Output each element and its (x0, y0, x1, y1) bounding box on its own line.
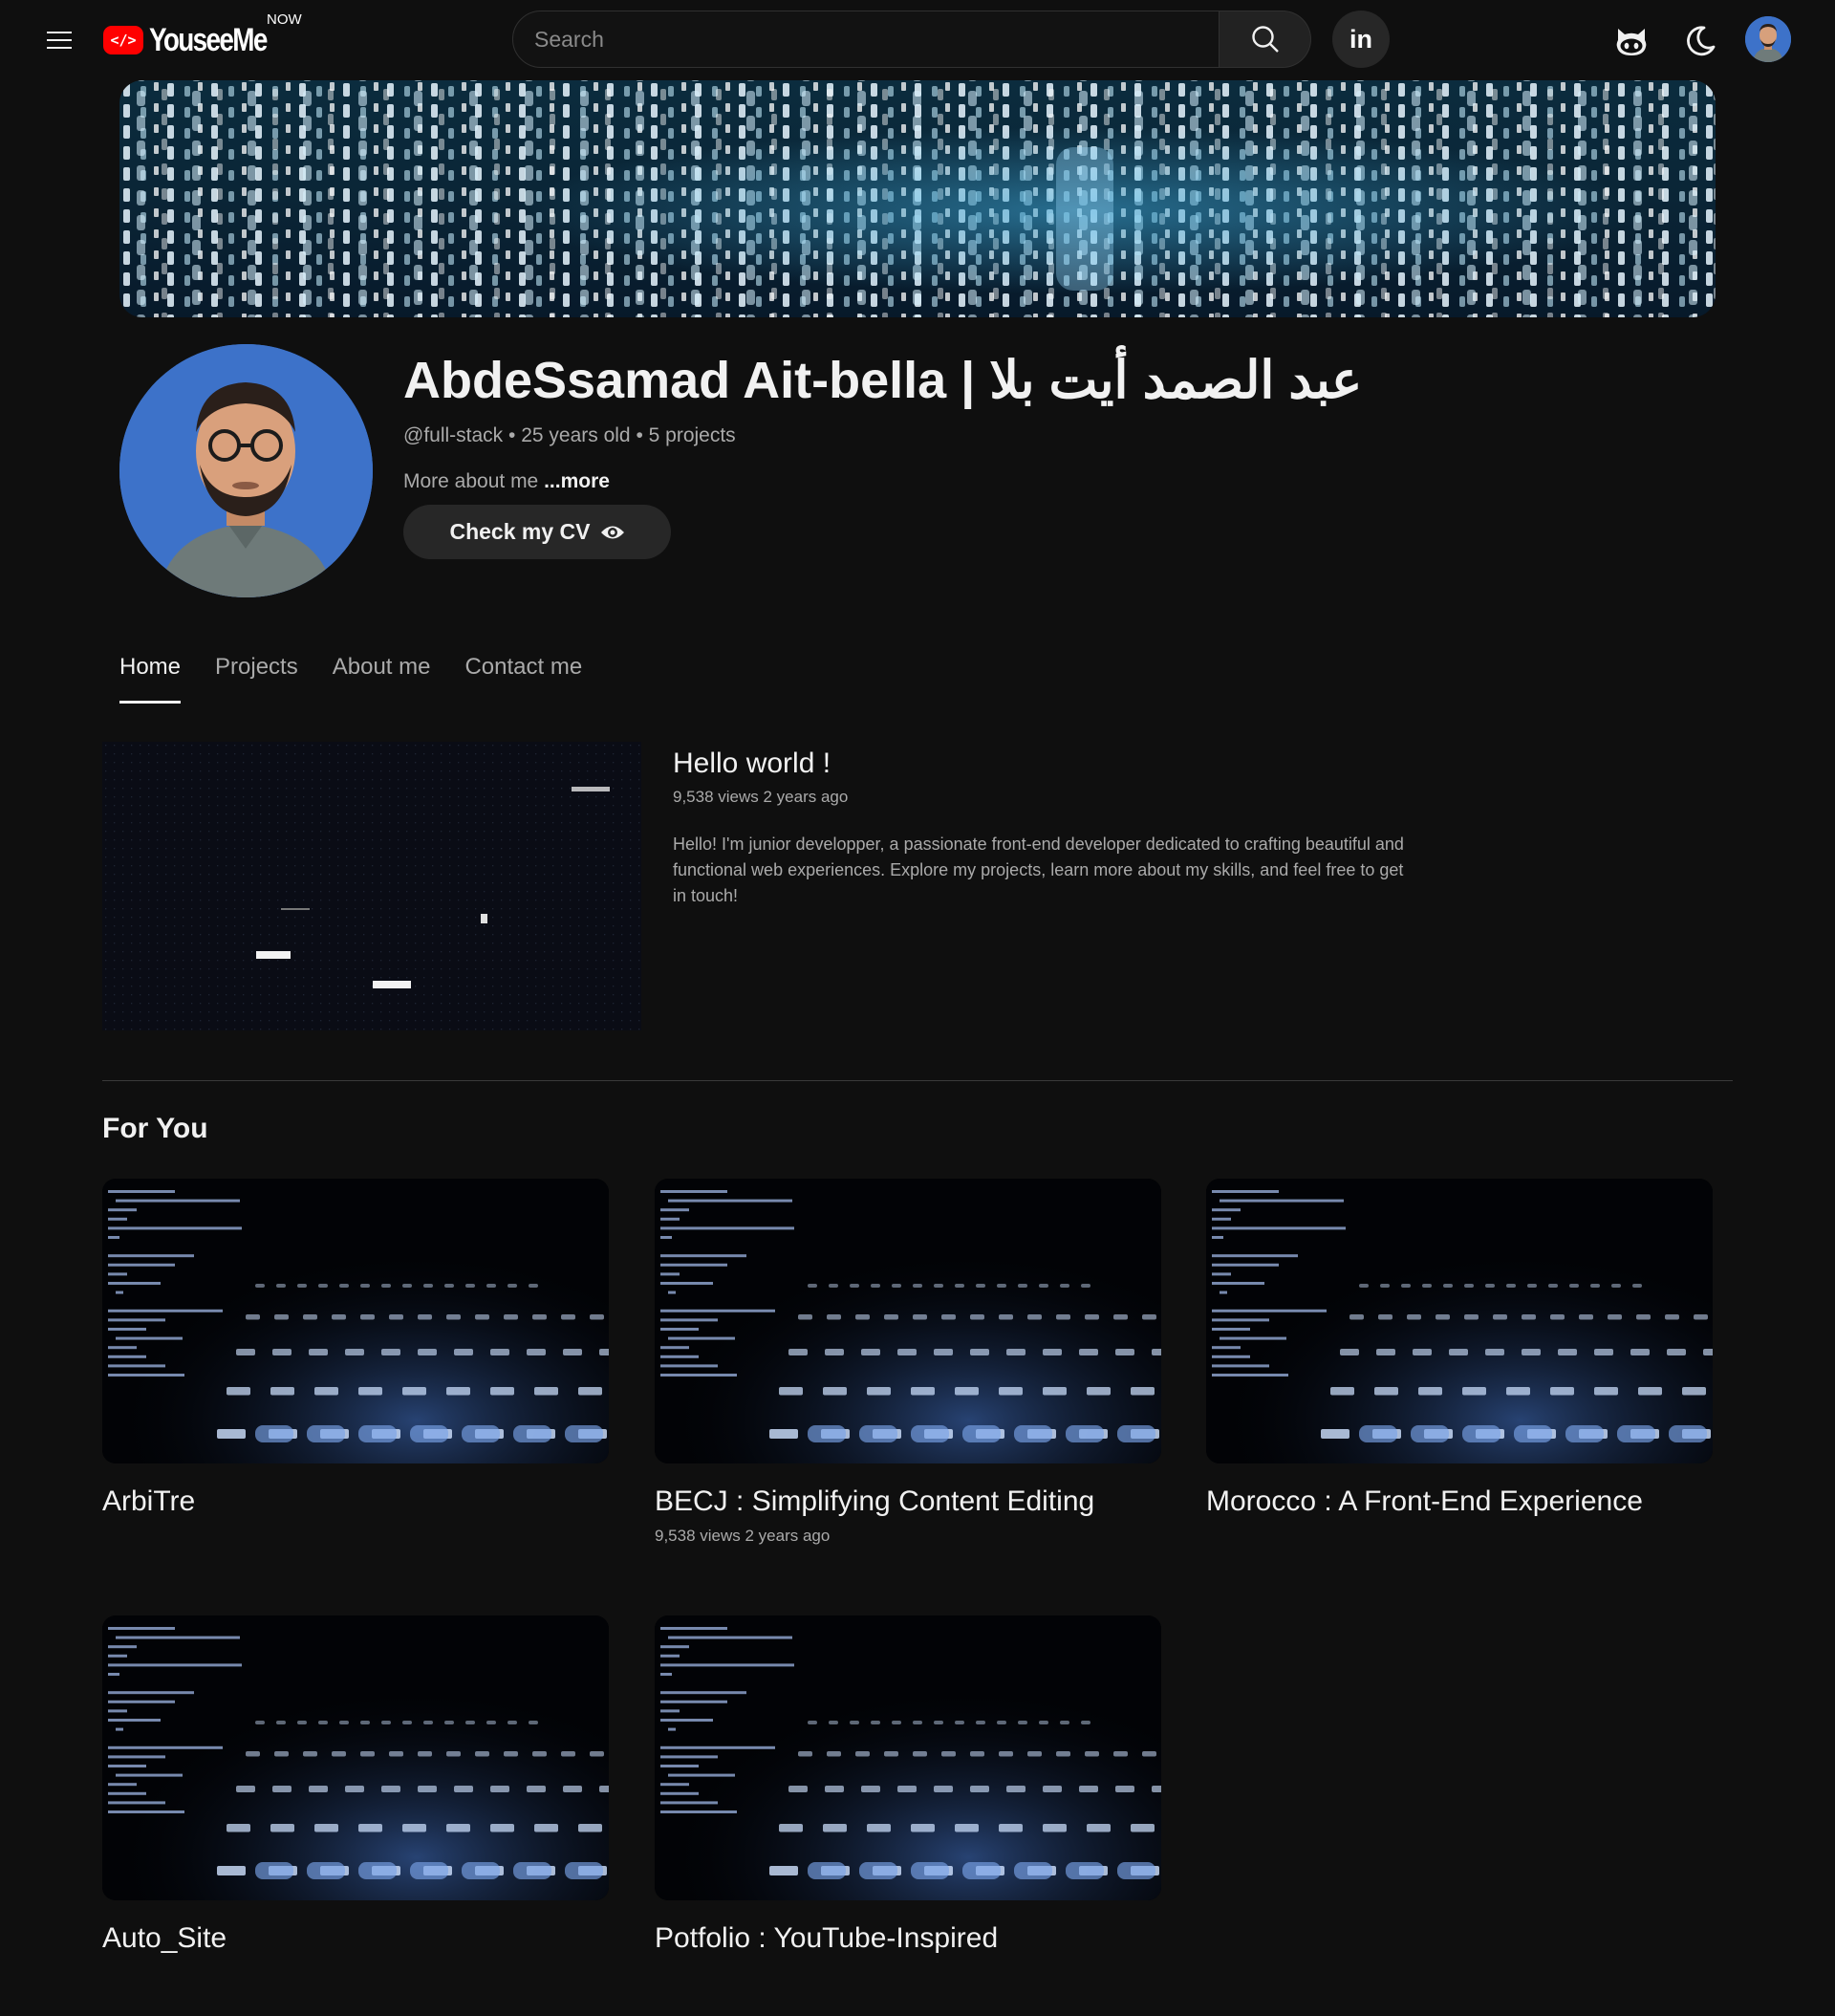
profile-avatar (119, 344, 373, 597)
tab-contact-me[interactable]: Contact me (464, 650, 582, 704)
project-card-title[interactable]: Morocco : A Front-End Experience (1206, 1485, 1643, 1518)
for-you-heading: For You (102, 1113, 208, 1144)
about-prefix: More about me (403, 470, 545, 492)
user-avatar[interactable] (1745, 16, 1791, 62)
search-input[interactable] (513, 11, 1219, 67)
project-card-title[interactable]: Auto_Site (102, 1922, 227, 1955)
keyboard-code-thumbnail-image (102, 1179, 609, 1463)
featured-video-title[interactable]: Hello world ! (673, 748, 831, 780)
hamburger-menu-button[interactable] (38, 19, 80, 61)
keyboard-code-thumbnail-image (102, 1615, 609, 1900)
linkedin-button[interactable]: in (1332, 11, 1390, 68)
logo-text: YouseeMe (149, 21, 268, 58)
project-card-title[interactable]: BECJ : Simplifying Content Editing (655, 1485, 1094, 1518)
channel-projects-count: 5 projects (648, 424, 736, 446)
channel-age: 25 years old (521, 424, 631, 446)
project-card-thumbnail[interactable] (1206, 1179, 1713, 1463)
more-link[interactable]: ...more (544, 470, 610, 492)
project-card-title[interactable]: ArbiTre (102, 1485, 195, 1518)
project-card-meta: 9,538 views 2 years ago (655, 1527, 831, 1545)
check-cv-button[interactable]: Check my CV (403, 505, 671, 559)
project-card-thumbnail[interactable] (655, 1615, 1161, 1900)
featured-video-meta: 9,538 views 2 years ago (673, 788, 849, 806)
keyboard-code-thumbnail-image (1206, 1179, 1713, 1463)
matrix-code-banner-image (119, 80, 1716, 317)
avatar-portrait-icon (1745, 16, 1791, 62)
channel-tabs: Home Projects About me Contact me (119, 650, 582, 704)
channel-name: AbdeSsamad Ait-bella | عبد الصمد أيت بلا (403, 352, 1363, 409)
search-button[interactable] (1220, 11, 1311, 68)
channel-banner (119, 80, 1716, 317)
check-cv-label: Check my CV (449, 519, 591, 544)
featured-video-frame-image (102, 742, 641, 1030)
moon-icon (1687, 26, 1716, 56)
project-card-thumbnail[interactable] (655, 1179, 1161, 1463)
eye-icon (600, 526, 624, 538)
hamburger-menu-icon (47, 32, 72, 49)
logo[interactable]: </> YouseeMe (103, 19, 292, 61)
channel-handle: @full-stack (403, 424, 504, 446)
about-more-link[interactable]: More about me ...more (403, 470, 610, 493)
code-logo-icon: </> (103, 26, 143, 54)
logo-badge: NOW (267, 11, 302, 28)
project-card-thumbnail[interactable] (102, 1615, 609, 1900)
tab-projects[interactable]: Projects (215, 650, 298, 704)
theme-toggle-button[interactable] (1677, 18, 1723, 64)
search-box (512, 11, 1220, 68)
tab-about-me[interactable]: About me (333, 650, 431, 704)
keyboard-code-thumbnail-image (655, 1179, 1161, 1463)
featured-video-thumbnail[interactable] (102, 742, 641, 1030)
search-icon (1251, 26, 1279, 53)
linkedin-icon: in (1349, 24, 1372, 54)
project-card-title[interactable]: Potfolio : YouTube-Inspired (655, 1922, 998, 1955)
section-divider (102, 1080, 1733, 1081)
profile-portrait-icon (119, 344, 373, 597)
meta-separator: • (503, 424, 522, 446)
github-button[interactable] (1608, 18, 1654, 64)
meta-separator: • (630, 424, 649, 446)
featured-video-description: Hello! I'm junior developper, a passiona… (673, 835, 1404, 905)
project-card-thumbnail[interactable] (102, 1179, 609, 1463)
tab-home[interactable]: Home (119, 650, 182, 704)
channel-meta: @full-stack • 25 years old • 5 projects (403, 424, 736, 447)
keyboard-code-thumbnail-image (655, 1615, 1161, 1900)
github-icon (1616, 29, 1647, 55)
